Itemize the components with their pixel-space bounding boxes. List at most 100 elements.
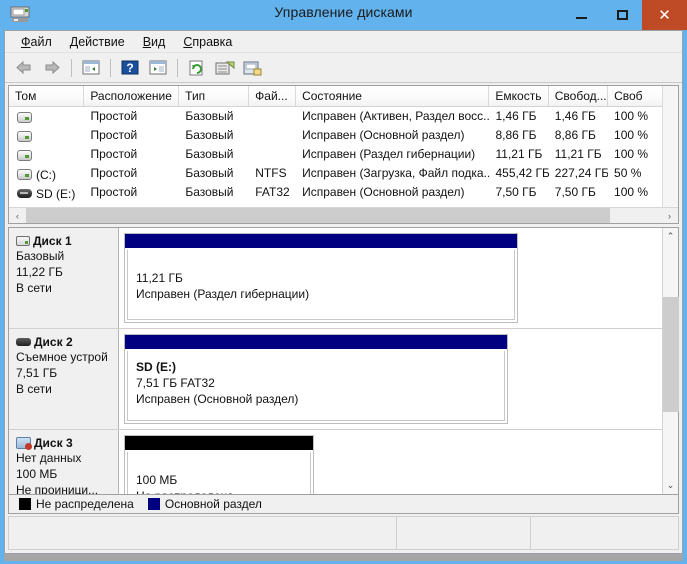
volume-list-scroll-area: Том Расположение Тип Фай... Состояние Ем…	[9, 86, 678, 207]
cell-filesystem	[249, 107, 296, 126]
svg-text:?: ?	[126, 61, 133, 75]
partition-disk3-unallocated[interactable]: 100 МБ Не распределена	[124, 435, 314, 494]
rescan-disks-button[interactable]	[212, 56, 238, 80]
table-row[interactable]: Простой Базовый Исправен (Раздел гиберна…	[9, 145, 662, 164]
vertical-scroll-track[interactable]	[662, 245, 679, 477]
cell-volume	[9, 107, 85, 126]
back-arrow-icon	[16, 60, 31, 75]
disk-row-1[interactable]: Диск 1 Базовый 11,22 ГБ В сети 11,21 ГБ …	[9, 228, 662, 329]
disk-3-line-1: Нет данных	[16, 451, 82, 465]
scroll-right-arrow-icon[interactable]: ›	[661, 208, 678, 223]
partition-status: Исправен (Раздел гибернации)	[136, 287, 310, 301]
menu-view-accel: В	[142, 34, 152, 49]
partition-disk1-hibernation[interactable]: 11,21 ГБ Исправен (Раздел гибернации)	[124, 233, 518, 323]
disk-3-info[interactable]: Диск 3 Нет данных 100 МБ Не проиници...	[9, 430, 119, 494]
horizontal-scroll-track[interactable]	[26, 208, 661, 223]
volume-list-horizontal-scrollbar[interactable]: ‹ ›	[9, 207, 678, 223]
console-tree-button[interactable]	[78, 56, 104, 80]
legend-swatch-unallocated	[19, 498, 31, 510]
cell-location: Простой	[90, 147, 138, 161]
cell-location: Простой	[90, 109, 138, 123]
volume-list-vertical-scrollbar[interactable]	[662, 86, 678, 207]
column-header-type[interactable]: Тип	[179, 86, 250, 106]
action-pane-button[interactable]	[145, 56, 171, 80]
cell-free: 11,21 ГБ	[554, 147, 602, 161]
close-icon: ✕	[658, 6, 671, 24]
minimize-icon	[575, 17, 587, 19]
volume-list-main: Том Расположение Тип Фай... Состояние Ем…	[9, 86, 662, 207]
disk-3-line-3: Не проиници...	[16, 483, 99, 494]
cell-status: Исправен (Раздел гибернации)	[302, 147, 476, 161]
partition-details: 11,21 ГБ Исправен (Раздел гибернации)	[127, 250, 515, 320]
cell-capacity: 455,42 ГБ	[495, 166, 549, 180]
disk-1-info[interactable]: Диск 1 Базовый 11,22 ГБ В сети	[9, 228, 119, 328]
menu-bar: Файл Действие Вид Справка	[5, 31, 682, 53]
cell-filesystem	[249, 145, 296, 164]
legend-label-unallocated: Не распределена	[36, 497, 134, 511]
refresh-button[interactable]	[184, 56, 210, 80]
disk-2-title: Диск 2	[16, 335, 114, 349]
partition-disk2-sd[interactable]: SD (E:) 7,51 ГБ FAT32 Исправен (Основной…	[124, 334, 508, 424]
show-hide-console-tree-icon	[82, 60, 100, 75]
partition-color-bar	[125, 436, 313, 450]
vertical-scroll-thumb[interactable]	[662, 297, 679, 412]
cell-filesystem: FAT32	[255, 185, 290, 199]
cell-volume-label: (C:)	[36, 167, 56, 182]
disk-3-line-2: 100 МБ	[16, 467, 58, 481]
minimize-button[interactable]	[560, 0, 602, 30]
scroll-left-arrow-icon[interactable]: ‹	[9, 208, 26, 223]
scroll-up-arrow-icon[interactable]: ⌃	[663, 228, 679, 245]
horizontal-scroll-thumb[interactable]	[26, 208, 611, 223]
cell-status: Исправен (Основной раздел)	[302, 185, 465, 199]
menu-view-rest: ид	[151, 34, 166, 49]
menu-item-help[interactable]: Справка	[175, 33, 242, 51]
forward-button[interactable]	[39, 56, 65, 80]
partition-size: 11,21 ГБ	[136, 271, 183, 285]
disk-pane-vertical-scrollbar[interactable]: ⌃ ⌄	[662, 228, 679, 494]
column-header-capacity[interactable]: Емкость	[489, 86, 549, 106]
cell-volume-label: SD (E:)	[36, 186, 76, 201]
column-header-free-pct[interactable]: Своб	[608, 86, 662, 106]
column-header-volume[interactable]: Том	[9, 86, 85, 106]
properties-button[interactable]	[240, 56, 266, 80]
status-pane-2	[396, 517, 530, 549]
cell-status: Исправен (Загрузка, Файл подка...	[302, 166, 490, 180]
disk-1-line-1: Базовый	[16, 249, 65, 263]
menu-item-view[interactable]: Вид	[135, 33, 176, 51]
menu-file-accel: Ф	[21, 34, 31, 49]
table-row[interactable]: (C:) Простой Базовый NTFS Исправен (Загр…	[9, 164, 662, 183]
title-bar: Управление дисками ✕	[0, 0, 687, 30]
close-button[interactable]: ✕	[642, 0, 687, 30]
disk-2-info[interactable]: Диск 2 Съемное устрой 7,51 ГБ В сети	[9, 329, 119, 429]
column-header-filesystem[interactable]: Фай...	[249, 86, 297, 106]
disk-1-title: Диск 1	[16, 234, 114, 248]
column-header-free[interactable]: Свобод...	[548, 86, 609, 106]
column-header-status[interactable]: Состояние	[296, 86, 490, 106]
help-button[interactable]: ?	[117, 56, 143, 80]
disk-1-name: Диск 1	[33, 234, 72, 248]
table-row[interactable]: Простой Базовый Исправен (Активен, Разде…	[9, 107, 662, 126]
partition-details: SD (E:) 7,51 ГБ FAT32 Исправен (Основной…	[127, 351, 505, 421]
table-row[interactable]: Простой Базовый Исправен (Основной разде…	[9, 126, 662, 145]
scroll-down-arrow-icon[interactable]: ⌄	[663, 477, 679, 494]
forward-arrow-icon	[45, 60, 60, 75]
toolbar-separator-2	[110, 58, 111, 77]
column-header-location[interactable]: Расположение	[84, 86, 180, 106]
toolbar: ?	[5, 53, 682, 83]
legend: Не распределена Основной раздел	[8, 495, 679, 514]
partition-status: Исправен (Основной раздел)	[136, 392, 299, 406]
disk-row-3[interactable]: Диск 3 Нет данных 100 МБ Не проиници... …	[9, 430, 662, 494]
partition-details: 100 МБ Не распределена	[127, 452, 311, 494]
cell-status: Исправен (Основной раздел)	[302, 128, 465, 142]
maximize-button[interactable]	[602, 0, 642, 30]
back-button[interactable]	[11, 56, 37, 80]
menu-item-action[interactable]: Действие	[62, 33, 135, 51]
cell-type: Базовый	[185, 147, 234, 161]
cell-type: Базовый	[185, 128, 234, 142]
table-row[interactable]: SD (E:) Простой Базовый FAT32 Исправен (…	[9, 183, 662, 202]
menu-action-accel: Д	[69, 34, 79, 49]
menu-item-file[interactable]: Файл	[13, 33, 62, 51]
cell-free: 8,86 ГБ	[554, 128, 596, 142]
disk-row-2[interactable]: Диск 2 Съемное устрой 7,51 ГБ В сети SD …	[9, 329, 662, 430]
partition-status: Не распределена	[136, 488, 310, 494]
